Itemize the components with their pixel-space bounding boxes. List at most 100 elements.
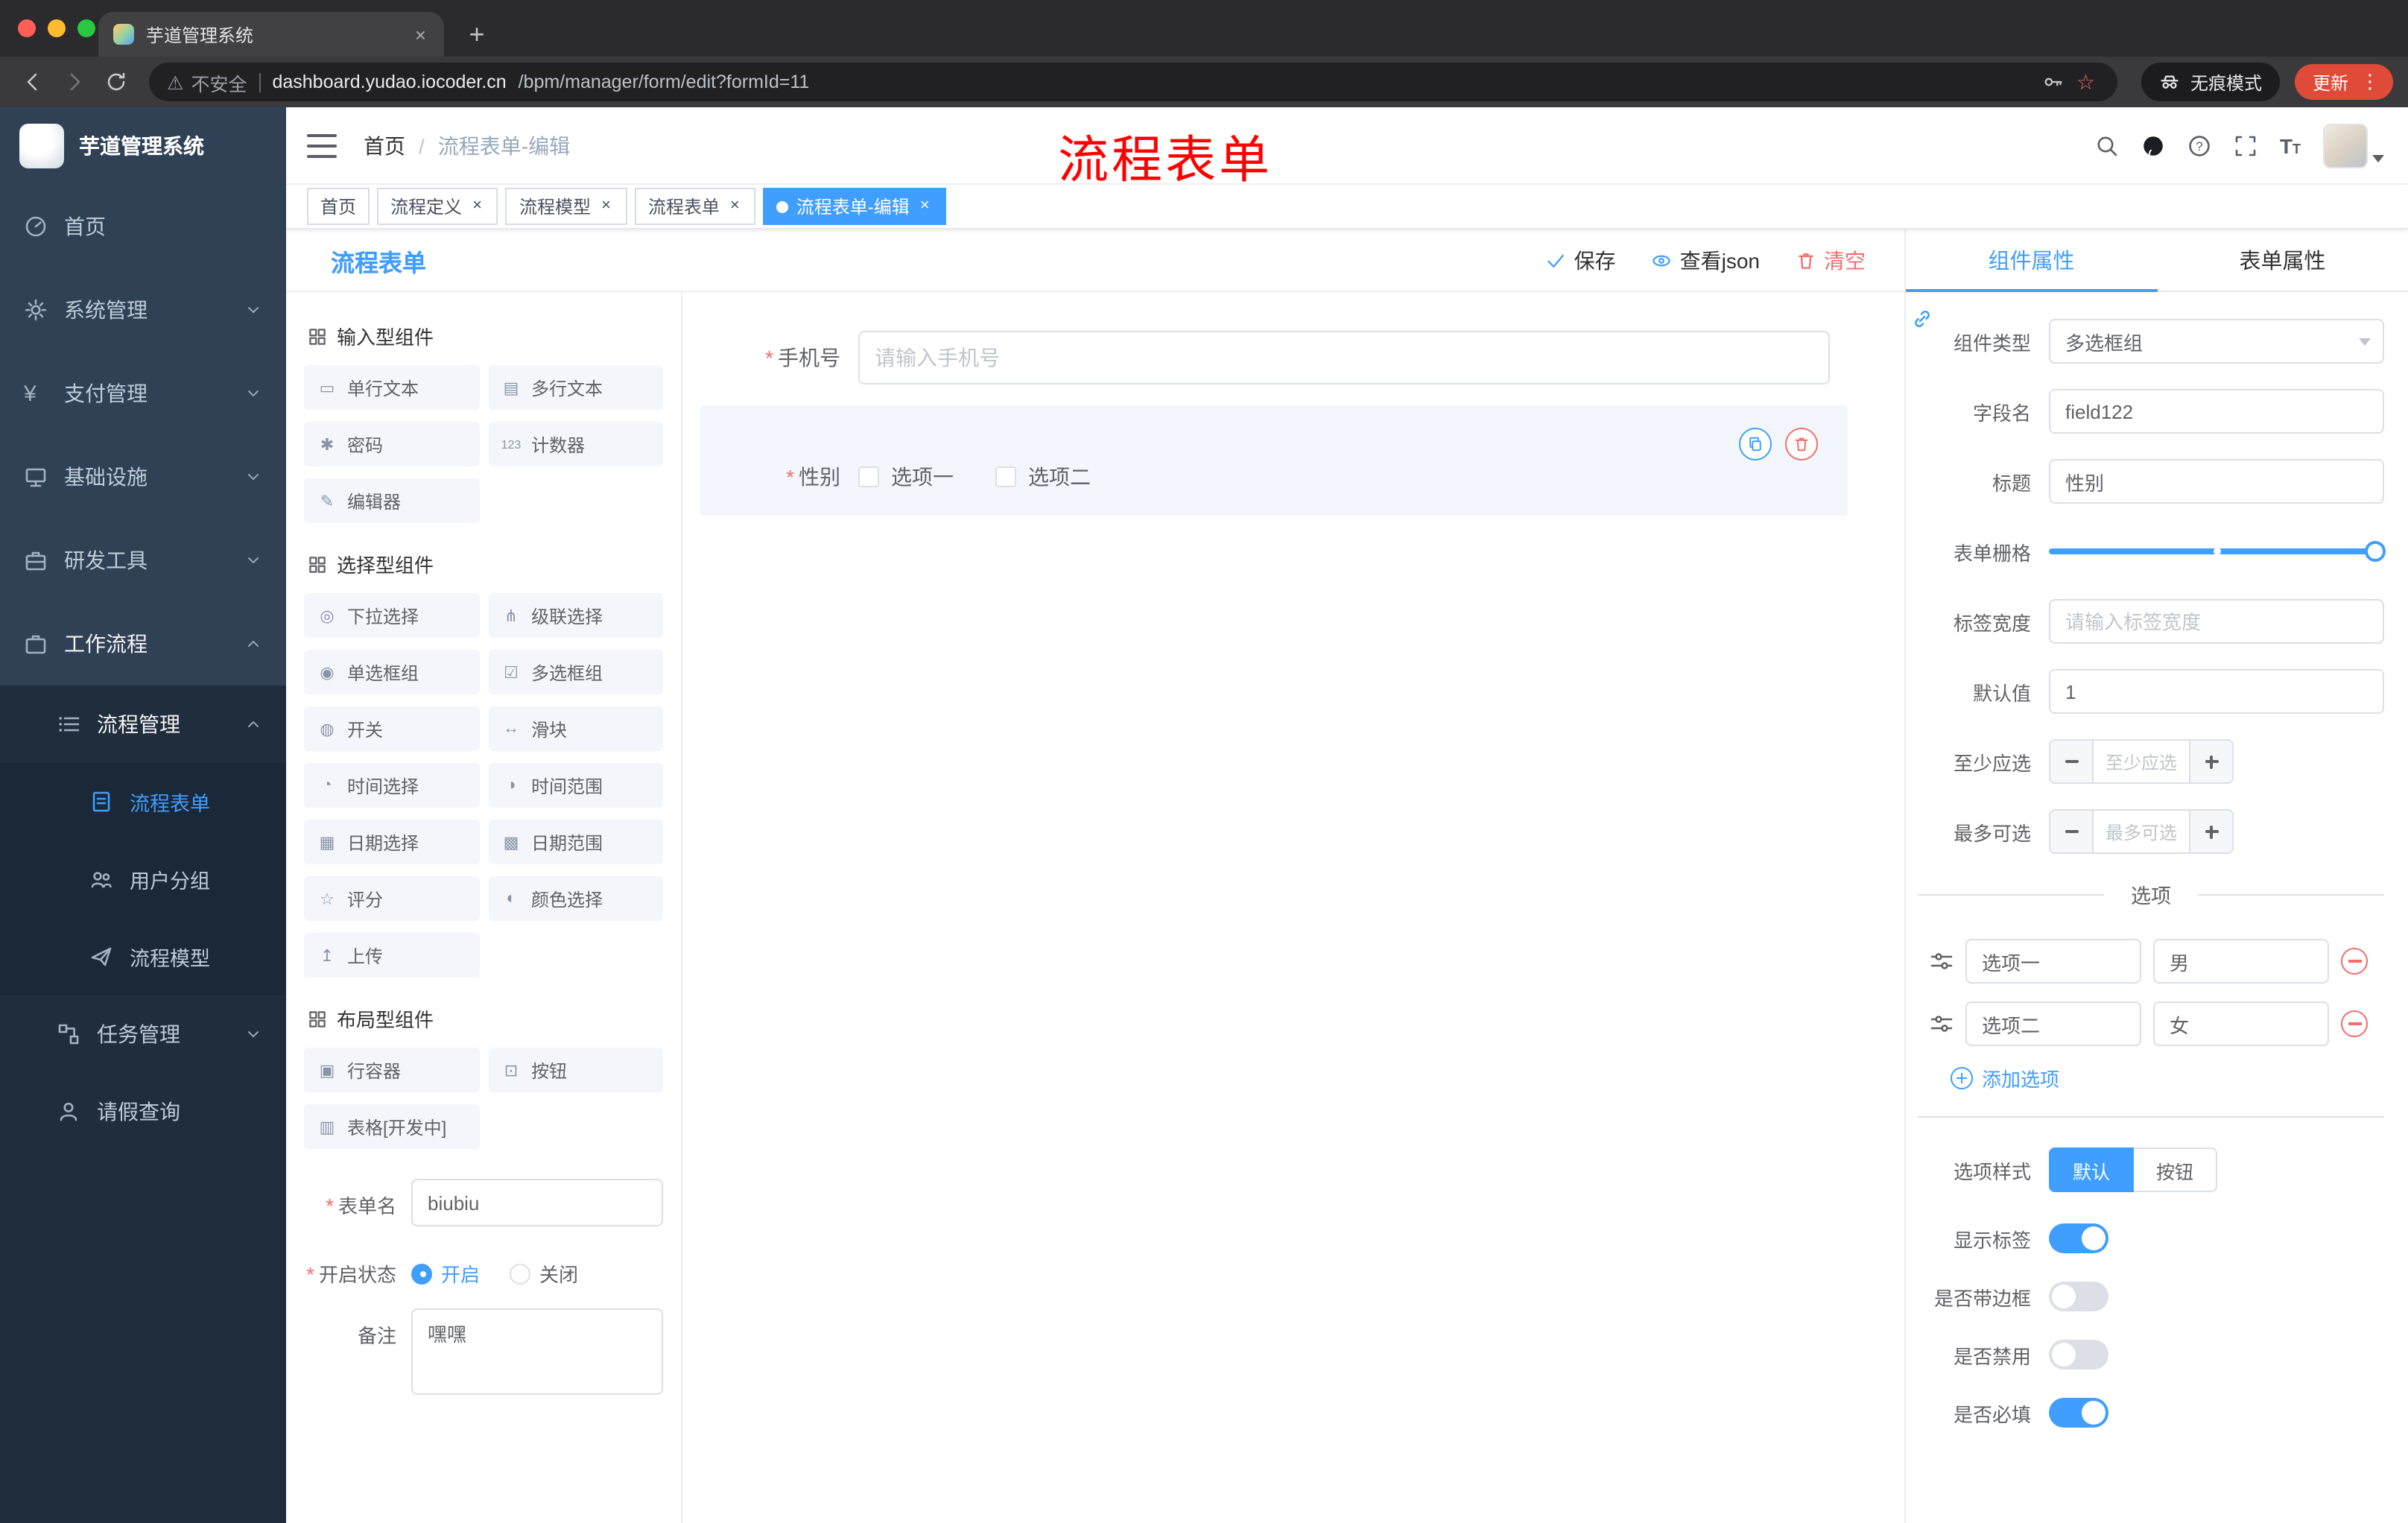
- palette-item-time-picker[interactable]: ◔ 时间选择: [304, 763, 479, 808]
- plus-button[interactable]: [2189, 811, 2232, 852]
- close-window-button[interactable]: [18, 19, 36, 37]
- sidebar-item-user-groups[interactable]: 用户分组: [0, 840, 286, 918]
- option-name-input[interactable]: [1965, 939, 2141, 984]
- palette-item-switch[interactable]: ◍ 开关: [304, 706, 479, 751]
- copy-field-icon[interactable]: [1739, 428, 1772, 460]
- palette-item-color-picker[interactable]: ◐ 颜色选择: [488, 876, 663, 921]
- close-icon[interactable]: ×: [727, 197, 743, 216]
- sidebar-item-system[interactable]: 系统管理: [0, 268, 286, 352]
- form-canvas[interactable]: *手机号 *性别: [682, 292, 1904, 1523]
- palette-item-checkbox-group[interactable]: ☑ 多选框组: [488, 650, 663, 694]
- help-icon[interactable]: ?: [2187, 133, 2211, 157]
- palette-item-time-range[interactable]: ◑ 时间范围: [488, 763, 663, 808]
- tab-close-icon[interactable]: ×: [412, 23, 429, 45]
- site-security-chip[interactable]: ⚠ 不安全: [167, 68, 247, 96]
- form-grid-slider[interactable]: [2049, 529, 2386, 574]
- app-logo[interactable]: 芋道管理系统: [0, 107, 286, 185]
- sidebar-item-payment[interactable]: ¥ 支付管理: [0, 352, 286, 435]
- palette-item-button[interactable]: ⊡ 按钮: [488, 1048, 663, 1092]
- github-icon[interactable]: [2141, 133, 2165, 157]
- add-option-button[interactable]: 添加选项: [1951, 1064, 2384, 1092]
- palette-item-upload[interactable]: ↥ 上传: [304, 933, 479, 978]
- sidebar-item-process-model[interactable]: 流程模型: [0, 918, 286, 995]
- palette-item-single-line[interactable]: ▭ 单行文本: [304, 365, 479, 410]
- palette-item-password[interactable]: ✱ 密码: [304, 422, 479, 466]
- close-icon[interactable]: ×: [598, 197, 614, 216]
- style-default-button[interactable]: 默认: [2049, 1147, 2135, 1192]
- palette-item-radio-group[interactable]: ◉ 单选框组: [304, 650, 479, 694]
- tag-process-model[interactable]: 流程模型 ×: [505, 188, 627, 225]
- option-value-input[interactable]: [2153, 1001, 2329, 1046]
- palette-item-select[interactable]: ◎ 下拉选择: [304, 593, 479, 638]
- palette-item-date-picker[interactable]: ▦ 日期选择: [304, 820, 479, 864]
- browser-tab[interactable]: 芋道管理系统 ×: [98, 12, 444, 57]
- palette-item-date-range[interactable]: ▩ 日期范围: [488, 820, 663, 864]
- palette-item-textarea[interactable]: ▤ 多行文本: [488, 365, 663, 410]
- sidebar-item-dev-tools[interactable]: 研发工具: [0, 519, 286, 602]
- drag-handle-icon[interactable]: [1930, 949, 1954, 973]
- delete-field-icon[interactable]: [1785, 428, 1818, 460]
- tab-form-props[interactable]: 表单属性: [2157, 229, 2408, 291]
- gender-option-2-checkbox[interactable]: 选项二: [995, 462, 1091, 492]
- slider-handle[interactable]: [2365, 541, 2386, 562]
- sidebar-item-home[interactable]: 首页: [0, 185, 286, 268]
- form-name-input[interactable]: [411, 1179, 663, 1226]
- min-select-value[interactable]: 至少应选: [2094, 741, 2189, 782]
- back-icon[interactable]: [15, 64, 51, 100]
- remove-option-icon[interactable]: [2341, 948, 2368, 975]
- view-json-button[interactable]: 查看json: [1652, 245, 1760, 275]
- clear-button[interactable]: 清空: [1796, 245, 1866, 275]
- status-on-radio[interactable]: 开启: [411, 1259, 480, 1288]
- minus-button[interactable]: [2050, 811, 2094, 852]
- zoom-window-button[interactable]: [77, 19, 95, 37]
- sidebar-item-infrastructure[interactable]: 基础设施: [0, 435, 286, 519]
- label-width-input[interactable]: [2049, 599, 2384, 644]
- phone-input[interactable]: [858, 331, 1830, 384]
- sidebar-item-workflow[interactable]: 工作流程: [0, 602, 286, 685]
- user-menu[interactable]: [2323, 123, 2384, 168]
- browser-update-button[interactable]: 更新 ⋮: [2294, 64, 2393, 100]
- status-off-radio[interactable]: 关闭: [510, 1259, 578, 1288]
- remove-option-icon[interactable]: [2341, 1010, 2368, 1037]
- canvas-field-gender[interactable]: * 性别 选项一 选项二: [700, 405, 1848, 516]
- password-key-icon[interactable]: [2044, 72, 2065, 92]
- disabled-toggle[interactable]: [2049, 1340, 2108, 1370]
- max-select-value[interactable]: 最多可选: [2094, 811, 2189, 852]
- minimize-window-button[interactable]: [48, 19, 66, 37]
- tag-process-definition[interactable]: 流程定义 ×: [377, 188, 498, 225]
- title-input[interactable]: [2049, 459, 2384, 504]
- style-button-button[interactable]: 按钮: [2134, 1147, 2218, 1192]
- drag-handle-icon[interactable]: [1930, 1012, 1954, 1036]
- gender-option-1-checkbox[interactable]: 选项一: [858, 462, 954, 492]
- palette-item-table[interactable]: ▥ 表格[开发中]: [304, 1104, 479, 1149]
- bookmark-star-icon[interactable]: ☆: [2076, 69, 2095, 95]
- sidebar-item-process-management[interactable]: 流程管理: [0, 685, 286, 763]
- sidebar-item-leave-query[interactable]: 请假查询: [0, 1073, 286, 1150]
- show-label-toggle[interactable]: [2049, 1223, 2108, 1253]
- palette-item-rate[interactable]: ☆ 评分: [304, 876, 479, 921]
- close-icon[interactable]: ×: [917, 197, 933, 216]
- breadcrumb-home[interactable]: 首页: [364, 130, 405, 160]
- field-name-input[interactable]: [2049, 389, 2384, 434]
- reload-icon[interactable]: [98, 64, 134, 100]
- default-value-input[interactable]: [2049, 669, 2384, 714]
- forward-icon[interactable]: [57, 64, 92, 100]
- close-icon[interactable]: ×: [469, 197, 485, 216]
- minus-button[interactable]: [2050, 741, 2094, 782]
- component-type-select[interactable]: [2049, 319, 2384, 364]
- palette-item-cascader[interactable]: ⋔ 级联选择: [488, 593, 663, 638]
- search-icon[interactable]: [2095, 133, 2119, 157]
- browser-menu-icon[interactable]: ⋮: [2356, 70, 2384, 94]
- option-value-input[interactable]: [2153, 939, 2329, 984]
- link-icon[interactable]: [1910, 307, 1934, 335]
- sidebar-item-process-form[interactable]: 流程表单: [0, 763, 286, 840]
- tag-home[interactable]: 首页: [307, 188, 370, 225]
- fullscreen-icon[interactable]: [2234, 133, 2258, 157]
- palette-item-slider[interactable]: ↔ 滑块: [488, 706, 663, 751]
- plus-button[interactable]: [2189, 741, 2232, 782]
- canvas-field-phone[interactable]: * 手机号: [700, 310, 1848, 405]
- font-size-icon[interactable]: TT: [2280, 135, 2301, 156]
- required-toggle[interactable]: [2049, 1398, 2108, 1428]
- border-toggle[interactable]: [2049, 1282, 2108, 1311]
- address-bar[interactable]: ⚠ 不安全 dashboard.yudao.iocoder.cn/bpm/man…: [149, 63, 2117, 101]
